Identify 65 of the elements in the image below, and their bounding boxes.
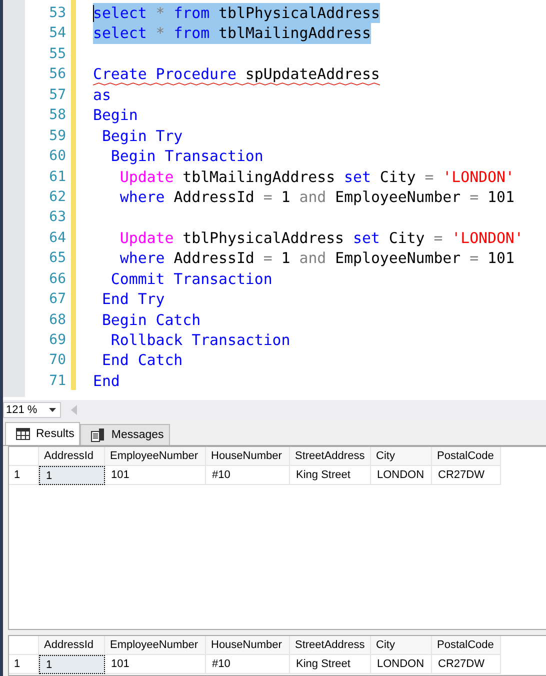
table-cell[interactable]: King Street	[290, 466, 371, 485]
table-cell[interactable]: CR27DW	[432, 655, 501, 674]
line-number: 56	[48, 65, 67, 84]
results-tab[interactable]: Results	[5, 422, 80, 445]
column-header[interactable]: HouseNumber	[206, 447, 290, 466]
line-number: 66	[48, 270, 67, 289]
column-header[interactable]: AddressId	[39, 636, 105, 655]
line-number: 69	[48, 331, 67, 350]
table-cell[interactable]: King Street	[290, 655, 371, 674]
line-number: 65	[48, 249, 67, 268]
line-number: 60	[48, 147, 67, 166]
code-line: as	[93, 84, 111, 106]
scroll-left-icon[interactable]	[71, 405, 77, 415]
code-line: End Try	[100, 289, 165, 310]
code-line: Commit Transaction	[110, 268, 272, 290]
code-line: End	[93, 370, 120, 392]
code-line: Begin	[93, 105, 138, 126]
line-number: 68	[48, 310, 67, 330]
line-number: 64	[48, 228, 67, 248]
grid-icon	[16, 428, 30, 440]
line-number: 62	[48, 188, 67, 207]
code-line: where AddressId = 1 and EmployeeNumber = 101	[118, 186, 514, 208]
code-line: Update tblPhysicalAddress set City = 'LONDON'	[118, 228, 524, 248]
line-number: 54	[48, 24, 67, 44]
line-number: 63	[48, 208, 67, 228]
line-number: 70	[48, 351, 67, 370]
line-number: 61	[48, 168, 67, 186]
code-line: Begin Transaction	[110, 146, 264, 167]
results-tab[interactable]: Messages	[80, 424, 170, 445]
line-number: 59	[48, 126, 67, 146]
code-line: Create Procedure spUpdateAddress	[93, 64, 380, 85]
table-cell[interactable]: LONDON	[371, 655, 432, 674]
table-cell[interactable]: CR27DW	[432, 466, 501, 485]
line-number: 53	[48, 4, 67, 23]
line-number: 67	[48, 290, 67, 310]
line-number: 58	[48, 106, 67, 126]
code-line: Rollback Transaction	[110, 330, 290, 350]
line-number: 71	[48, 372, 67, 391]
column-header[interactable]: AddressId	[39, 447, 105, 466]
column-header[interactable]: EmployeeNumber	[105, 447, 206, 466]
column-header[interactable]: HouseNumber	[206, 636, 290, 655]
document-icon	[91, 428, 106, 442]
code-line: Update tblMailingAddress set City = 'LONDON'	[118, 166, 514, 187]
table-cell[interactable]: #10	[206, 655, 290, 674]
table-cell[interactable]: 1	[39, 655, 105, 674]
table-cell[interactable]: LONDON	[371, 466, 432, 485]
line-number: 55	[48, 44, 67, 64]
code-line: Begin Catch	[100, 310, 201, 330]
table-cell[interactable]: 101	[105, 655, 206, 674]
line-number: 57	[48, 86, 67, 105]
code-line: Begin Try	[100, 126, 183, 146]
column-header[interactable]: PostalCode	[432, 636, 501, 655]
column-header[interactable]: PostalCode	[432, 447, 501, 466]
caret-icon	[49, 408, 56, 412]
table-cell[interactable]: #10	[206, 466, 290, 485]
column-header[interactable]: StreetAddress	[290, 447, 371, 466]
table-cell[interactable]: 1	[39, 466, 105, 485]
table-cell[interactable]: 101	[105, 466, 206, 485]
column-header[interactable]: EmployeeNumber	[105, 636, 206, 655]
column-header[interactable]: City	[371, 447, 432, 466]
code-line: End Catch	[100, 350, 183, 371]
column-header[interactable]: StreetAddress	[290, 636, 371, 655]
code-line: where AddressId = 1 and EmployeeNumber = 101	[118, 248, 514, 269]
zoom-dropdown[interactable]: 121 %	[3, 402, 61, 418]
column-header[interactable]: City	[371, 636, 432, 655]
